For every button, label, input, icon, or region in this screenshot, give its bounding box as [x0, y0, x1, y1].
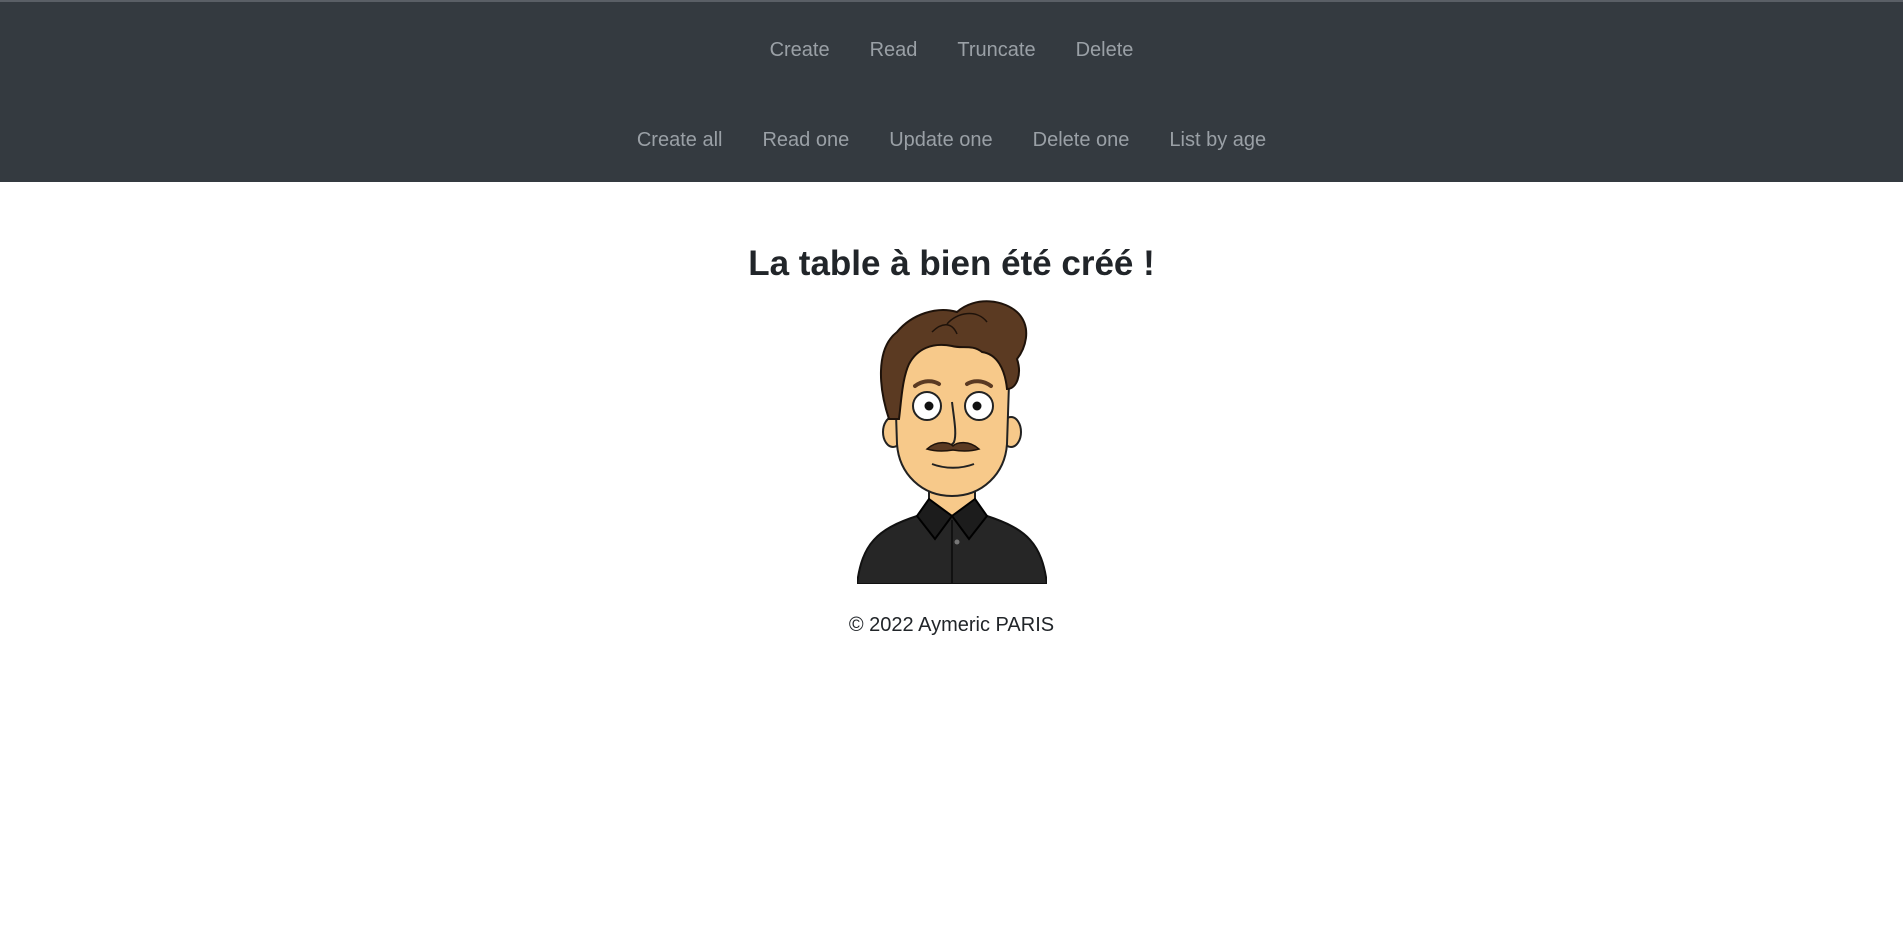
main-content: La table à bien été créé ! © 2022 Aymeri…: [0, 242, 1903, 637]
nav-row-primary: Create Read Truncate Delete: [0, 36, 1903, 64]
copyright-text: © 2022 Aymeric PARIS: [848, 614, 1055, 636]
nav-read-one-link[interactable]: Read one: [742, 126, 869, 154]
cartoon-man-avatar-icon: [856, 300, 1047, 584]
nav-delete-link[interactable]: Delete: [1056, 36, 1154, 64]
nav-update-one-link[interactable]: Update one: [869, 126, 1012, 154]
nav-delete-one-link[interactable]: Delete one: [1013, 126, 1150, 154]
nav-list-by-age-link[interactable]: List by age: [1149, 126, 1286, 154]
nav-truncate-link[interactable]: Truncate: [937, 36, 1055, 64]
page-title: La table à bien été créé !: [748, 244, 1155, 283]
nav-read-link[interactable]: Read: [850, 36, 938, 64]
navbar: Create Read Truncate Delete Create all R…: [0, 2, 1903, 182]
nav-create-link[interactable]: Create: [750, 36, 850, 64]
nav-row-secondary: Create all Read one Update one Delete on…: [0, 126, 1903, 154]
nav-create-all-link[interactable]: Create all: [617, 126, 743, 154]
